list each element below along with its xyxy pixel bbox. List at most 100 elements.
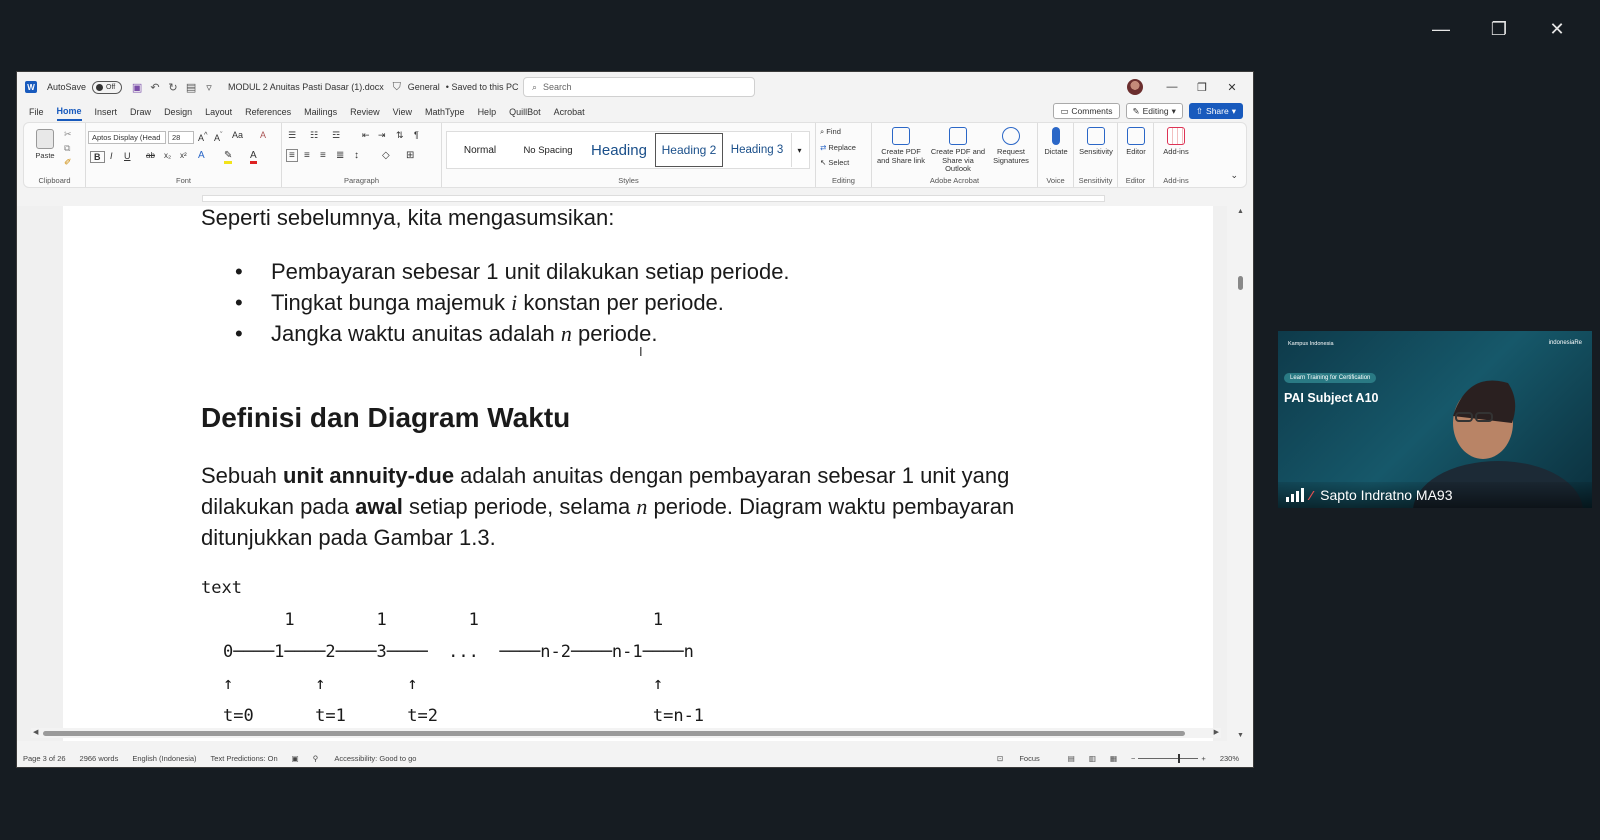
tab-mathtype[interactable]: MathType <box>425 104 465 120</box>
accessibility-status[interactable]: ⚲ Accessibility: Good to go <box>313 754 431 763</box>
customize-toolbar-icon[interactable]: ▿ <box>202 81 216 94</box>
paste-button[interactable]: Paste <box>32 129 58 161</box>
font-size-combo[interactable]: 28 <box>168 131 194 144</box>
page-count[interactable]: Page 3 of 26 <box>23 754 66 763</box>
restore-icon[interactable]: ❐ <box>1187 81 1217 94</box>
sensitivity-label[interactable]: General <box>408 82 440 92</box>
tab-design[interactable]: Design <box>164 104 192 120</box>
text-predictions-status[interactable]: Text Predictions: On <box>211 754 278 763</box>
tab-quillbot[interactable]: QuillBot <box>509 104 541 120</box>
underline-icon[interactable]: U <box>124 151 131 161</box>
style-heading-3[interactable]: Heading 3 <box>723 133 791 167</box>
styles-expand-icon[interactable]: ▾ <box>791 133 807 167</box>
style-no-spacing[interactable]: No Spacing <box>513 133 583 167</box>
style-normal[interactable]: Normal <box>447 133 513 167</box>
horizontal-scroll-thumb[interactable] <box>43 731 1185 736</box>
increase-indent-icon[interactable]: ⇥ <box>378 130 386 141</box>
justify-icon[interactable]: ≣ <box>336 150 344 161</box>
scroll-up-icon[interactable]: ▲ <box>1237 208 1244 215</box>
addins-button[interactable]: Add-ins <box>1158 127 1194 157</box>
shading-icon[interactable]: ◇ <box>382 150 390 161</box>
close-icon[interactable]: ✕ <box>1217 81 1247 94</box>
vertical-scroll-thumb[interactable] <box>1238 276 1243 290</box>
tab-home[interactable]: Home <box>56 103 82 121</box>
style-heading-2[interactable]: Heading 2 <box>655 133 723 167</box>
scroll-left-icon[interactable]: ◀ <box>33 728 38 736</box>
tab-layout[interactable]: Layout <box>205 104 232 120</box>
minimize-icon[interactable]: — <box>1157 81 1187 93</box>
format-painter-icon[interactable]: ✐ <box>64 157 72 168</box>
dictate-button[interactable]: Dictate <box>1040 127 1072 157</box>
word-count[interactable]: 2966 words <box>80 754 119 763</box>
decrease-indent-icon[interactable]: ⇤ <box>362 130 370 141</box>
user-avatar[interactable] <box>1127 79 1143 95</box>
grow-font-icon[interactable]: A^ <box>198 130 208 143</box>
scroll-right-icon[interactable]: ▶ <box>1214 728 1219 736</box>
strikethrough-icon[interactable]: ab <box>146 151 155 160</box>
italic-icon[interactable]: I <box>110 151 113 161</box>
search-input[interactable]: ⌕ Search <box>523 77 755 97</box>
tab-acrobat[interactable]: Acrobat <box>554 104 585 120</box>
vertical-scrollbar[interactable]: ▲ ▼ <box>1227 206 1253 741</box>
copy-icon[interactable]: ⧉ <box>64 143 70 154</box>
bullets-icon[interactable]: ☰ <box>288 130 296 141</box>
autosave-toggle[interactable]: Off <box>92 80 123 94</box>
tab-mailings[interactable]: Mailings <box>304 104 337 120</box>
saved-status[interactable]: • Saved to this PC <box>446 82 519 92</box>
request-signatures-button[interactable]: Request Signatures <box>988 127 1034 165</box>
tab-view[interactable]: View <box>393 104 412 120</box>
align-left-icon[interactable]: ≡ <box>286 149 298 162</box>
find-button[interactable]: ⌕ Find <box>820 127 841 137</box>
outer-minimize-button[interactable]: — <box>1412 14 1470 44</box>
collapse-ribbon-icon[interactable]: ⌄ <box>1230 170 1238 181</box>
print-icon[interactable]: ▤ <box>184 81 198 94</box>
read-mode-icon[interactable]: ▤ <box>1068 754 1075 763</box>
tab-insert[interactable]: Insert <box>95 104 118 120</box>
subscript-icon[interactable]: x₂ <box>164 151 171 160</box>
text-effects-icon[interactable]: A <box>198 150 205 161</box>
tab-review[interactable]: Review <box>350 104 380 120</box>
clear-format-icon[interactable]: A <box>260 130 266 140</box>
shrink-font-icon[interactable]: Aˇ <box>214 130 223 143</box>
focus-button[interactable]: ⊡ Focus <box>997 754 1054 763</box>
line-spacing-icon[interactable]: ↕ <box>354 150 359 161</box>
font-name-combo[interactable]: Aptos Display (Head <box>88 131 166 144</box>
highlight-icon[interactable]: ✎ <box>224 150 233 164</box>
track-icon[interactable]: ▣ <box>292 754 299 763</box>
tab-file[interactable]: File <box>29 104 44 120</box>
align-center-icon[interactable]: ≡ <box>304 150 310 161</box>
select-button[interactable]: ↖ Select <box>820 158 849 167</box>
comments-button[interactable]: ▭ Comments <box>1053 103 1120 119</box>
superscript-icon[interactable]: x² <box>180 151 187 160</box>
borders-icon[interactable]: ⊞ <box>406 150 414 161</box>
language-status[interactable]: English (Indonesia) <box>132 754 196 763</box>
sort-icon[interactable]: ⇅ <box>396 130 404 141</box>
create-pdf-share-link-button[interactable]: Create PDF and Share link <box>874 127 928 165</box>
bold-icon[interactable]: B <box>90 151 105 163</box>
tab-help[interactable]: Help <box>478 104 497 120</box>
numbering-icon[interactable]: ☷ <box>310 130 318 141</box>
zoom-level[interactable]: 230% <box>1220 754 1239 763</box>
font-color-icon[interactable]: A <box>250 150 257 164</box>
cut-icon[interactable]: ✂ <box>64 129 72 140</box>
save-icon[interactable]: ▣ <box>130 81 144 94</box>
document-page[interactable]: Seperti sebelumnya, kita mengasumsikan: … <box>63 206 1213 741</box>
style-heading[interactable]: Heading <box>583 133 655 167</box>
create-pdf-outlook-button[interactable]: Create PDF and Share via Outlook <box>930 127 986 174</box>
share-button[interactable]: ⇧ Share ▾ <box>1188 103 1243 119</box>
scroll-down-icon[interactable]: ▼ <box>1237 732 1244 739</box>
editor-button[interactable]: Editor <box>1120 127 1152 157</box>
horizontal-scrollbar[interactable]: ◀ ▶ <box>31 728 1221 738</box>
sensitivity-button[interactable]: Sensitivity <box>1076 127 1116 157</box>
multilevel-list-icon[interactable]: ☲ <box>332 130 340 141</box>
align-right-icon[interactable]: ≡ <box>320 150 326 161</box>
web-layout-icon[interactable]: ▦ <box>1110 754 1117 763</box>
redo-icon[interactable]: ↻ <box>166 81 180 94</box>
replace-button[interactable]: ⇄ Replace <box>820 143 856 152</box>
tab-draw[interactable]: Draw <box>130 104 151 120</box>
undo-icon[interactable]: ↶ <box>148 81 162 94</box>
zoom-slider[interactable]: − + <box>1131 753 1206 763</box>
outer-restore-button[interactable]: ❐ <box>1470 14 1528 44</box>
tab-references[interactable]: References <box>245 104 291 120</box>
video-participant-tile[interactable]: Kampus Indonesia indonesiaRe Learn Train… <box>1278 331 1592 508</box>
